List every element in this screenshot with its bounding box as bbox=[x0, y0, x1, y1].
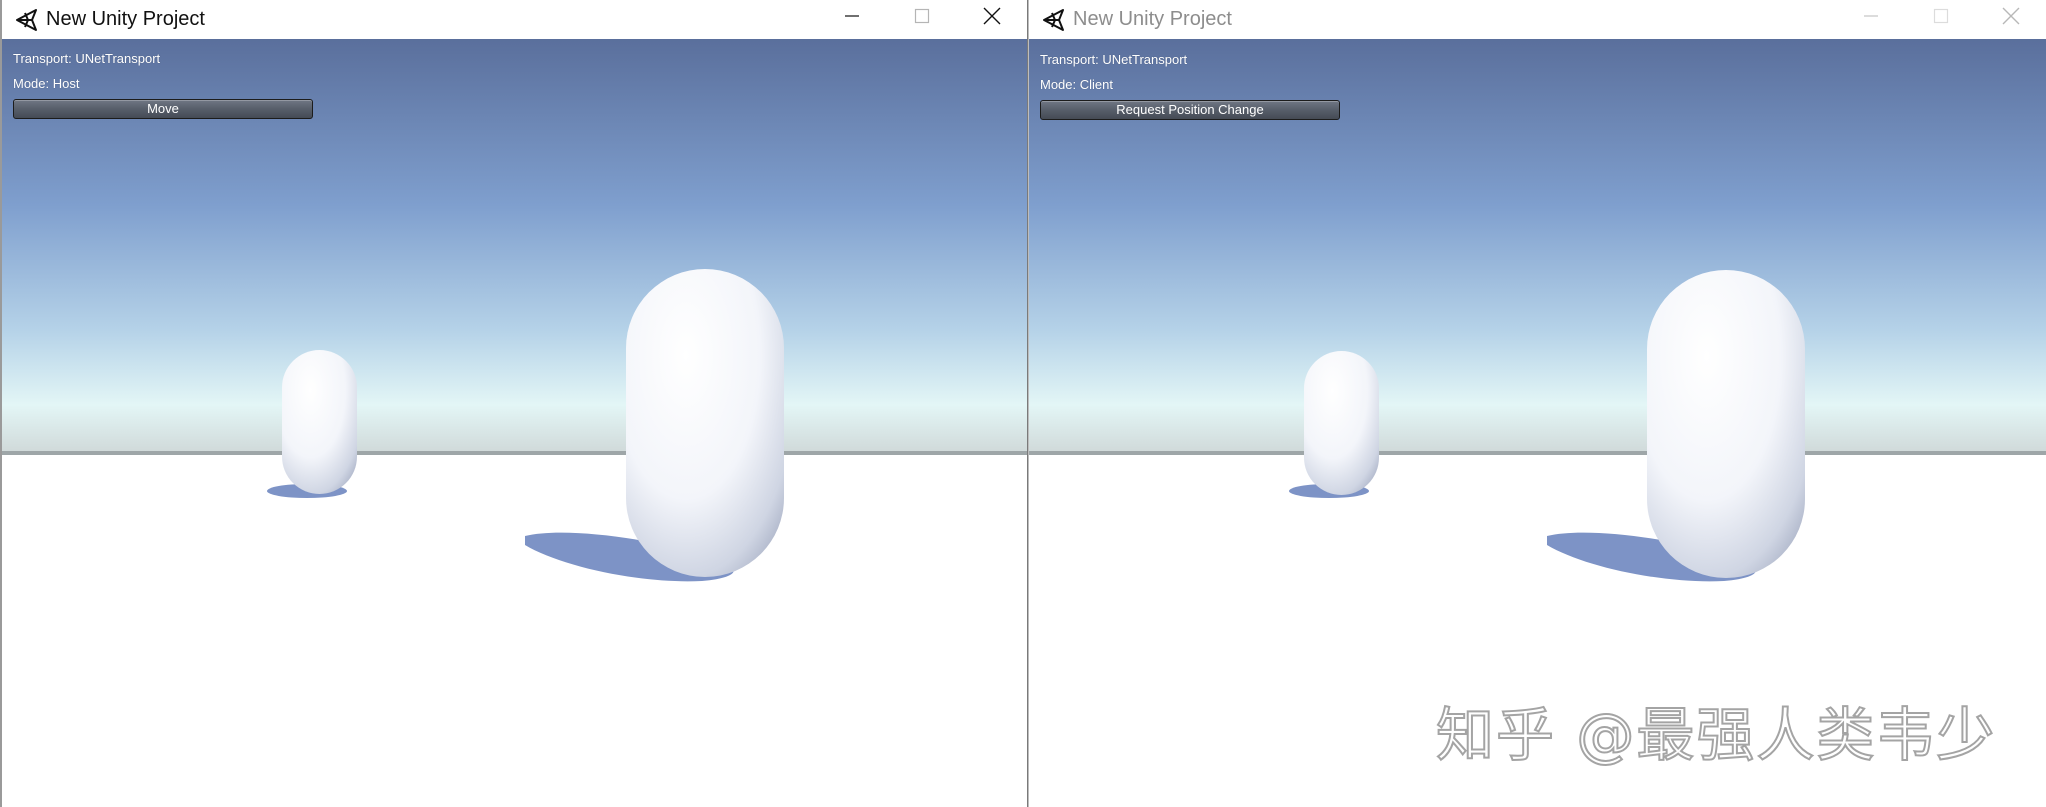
maximize-button[interactable] bbox=[887, 0, 957, 32]
host-window: New Unity Project Transport: UNetTranspo… bbox=[0, 0, 1028, 807]
game-viewport[interactable]: Transport: UNetTransport Mode: Host Move bbox=[2, 39, 1027, 807]
client-window: New Unity Project Transport: UNetTranspo… bbox=[1028, 0, 2046, 807]
close-button[interactable] bbox=[957, 0, 1027, 32]
unity-logo-icon bbox=[14, 7, 40, 33]
small-capsule bbox=[282, 350, 357, 494]
minimize-button[interactable] bbox=[817, 0, 887, 32]
close-icon bbox=[983, 7, 1001, 25]
watermark-text: 知乎 @最强人类韦少 bbox=[1435, 700, 1997, 770]
window-title: New Unity Project bbox=[46, 8, 205, 30]
maximize-icon bbox=[914, 8, 930, 24]
large-capsule bbox=[1647, 270, 1805, 578]
transport-label: Transport: UNetTransport bbox=[13, 51, 161, 66]
unity-logo-icon bbox=[1041, 7, 1067, 33]
minimize-button[interactable] bbox=[1836, 0, 1906, 32]
mode-label: Mode: Client bbox=[1040, 77, 1113, 92]
maximize-icon bbox=[1933, 8, 1949, 24]
title-bar[interactable]: New Unity Project bbox=[2, 0, 1027, 39]
title-bar[interactable]: New Unity Project bbox=[1029, 0, 2046, 39]
minimize-icon bbox=[1864, 15, 1878, 17]
window-controls bbox=[1836, 0, 2046, 32]
request-position-change-button[interactable]: Request Position Change bbox=[1040, 100, 1340, 120]
minimize-icon bbox=[845, 15, 859, 17]
move-button[interactable]: Move bbox=[13, 99, 313, 119]
window-controls bbox=[817, 0, 1027, 32]
close-icon bbox=[2002, 7, 2020, 25]
mode-label: Mode: Host bbox=[13, 76, 80, 91]
transport-label: Transport: UNetTransport bbox=[1040, 52, 1188, 67]
ground-plane bbox=[2, 455, 1027, 807]
small-capsule bbox=[1304, 351, 1379, 495]
close-button[interactable] bbox=[1976, 0, 2046, 32]
maximize-button[interactable] bbox=[1906, 0, 1976, 32]
scene-render bbox=[2, 39, 1027, 807]
large-capsule bbox=[626, 269, 784, 577]
window-title: New Unity Project bbox=[1073, 8, 1232, 30]
